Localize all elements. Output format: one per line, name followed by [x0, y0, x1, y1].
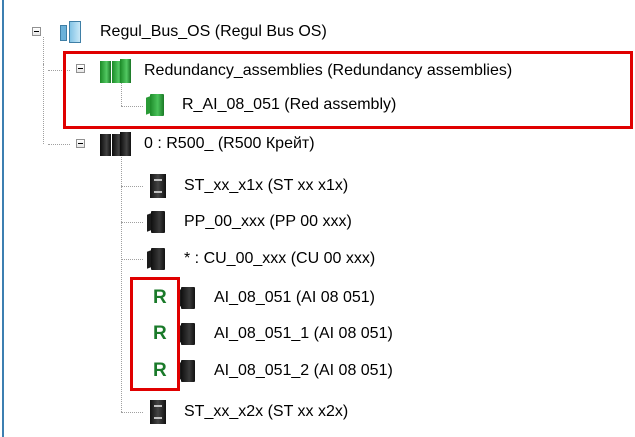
black-module-icon [151, 248, 165, 270]
tree-node-label: Regul_Bus_OS (Regul Bus OS) [100, 23, 327, 40]
tree-line [43, 37, 44, 64]
tree-line [48, 144, 70, 145]
io-module-icon [150, 174, 166, 198]
tree-node-root[interactable]: Regul_Bus_OS (Regul Bus OS) [60, 16, 327, 48]
tree-node-crate[interactable]: 0 : R500_ (R500 Крейт) [100, 128, 315, 160]
redundancy-marker: R [153, 287, 167, 308]
black-module-icon [181, 360, 195, 382]
black-module-icon [181, 287, 195, 309]
tree-line [43, 64, 44, 144]
tree-node-label: 0 : R500_ (R500 Крейт) [144, 135, 315, 152]
tree-line [121, 106, 143, 107]
tree-node-st-x1x[interactable]: ST_xx_x1x (ST xx x1x) [146, 170, 348, 202]
tree-node-ai-08-051[interactable]: AI_08_051 (AI 08 051) [176, 282, 375, 314]
tree-node-ai-08-051-1[interactable]: AI_08_051_1 (AI 08 051) [176, 318, 393, 350]
tree-line [121, 259, 143, 260]
redundancy-marker: R [153, 323, 167, 344]
redundancy-marker: R [153, 360, 167, 381]
tree-node-label: * : CU_00_xxx (CU 00 xxx) [184, 250, 376, 267]
io-module-icon [150, 400, 166, 424]
tree-node-cu[interactable]: * : CU_00_xxx (CU 00 xxx) [146, 243, 375, 275]
green-modules-icon [100, 59, 131, 83]
tree-node-label: PP_00_xxx (PP 00 xxx) [184, 213, 352, 230]
bus-icon [60, 21, 84, 43]
tree-line [121, 222, 143, 223]
green-module-icon [150, 94, 164, 116]
tree-node-label: R_AI_08_051 (Red assembly) [182, 96, 397, 113]
device-tree: Regul_Bus_OS (Regul Bus OS) Redundancy_a… [0, 0, 635, 437]
tree-node-label: AI_08_051_1 (AI 08 051) [214, 325, 393, 342]
collapse-toggle-crate[interactable] [76, 139, 85, 148]
tree-node-st-x2x[interactable]: ST_xx_x2x (ST xx x2x) [146, 396, 348, 428]
tree-node-label: Redundancy_assemblies (Redundancy assemb… [144, 62, 513, 79]
collapse-toggle-root[interactable] [32, 27, 41, 36]
tree-node-ai-08-051-2[interactable]: AI_08_051_2 (AI 08 051) [176, 355, 393, 387]
tree-line [48, 70, 70, 71]
tree-node-label: AI_08_051 (AI 08 051) [214, 289, 376, 306]
tree-node-label: ST_xx_x2x (ST xx x2x) [184, 403, 349, 420]
black-modules-icon [100, 132, 131, 156]
tree-line [121, 154, 122, 412]
tree-line [121, 412, 143, 413]
tree-node-redundancy-assemblies[interactable]: Redundancy_assemblies (Redundancy assemb… [100, 55, 512, 87]
tree-node-label: ST_xx_x1x (ST xx x1x) [184, 177, 349, 194]
collapse-toggle-redundancy[interactable] [76, 64, 85, 73]
tree-node-pp[interactable]: PP_00_xxx (PP 00 xxx) [146, 206, 352, 238]
tree-node-label: AI_08_051_2 (AI 08 051) [214, 362, 393, 379]
black-module-icon [151, 211, 165, 233]
black-module-icon [181, 323, 195, 345]
tree-node-red-assembly[interactable]: R_AI_08_051 (Red assembly) [146, 89, 396, 121]
tree-line [121, 186, 143, 187]
